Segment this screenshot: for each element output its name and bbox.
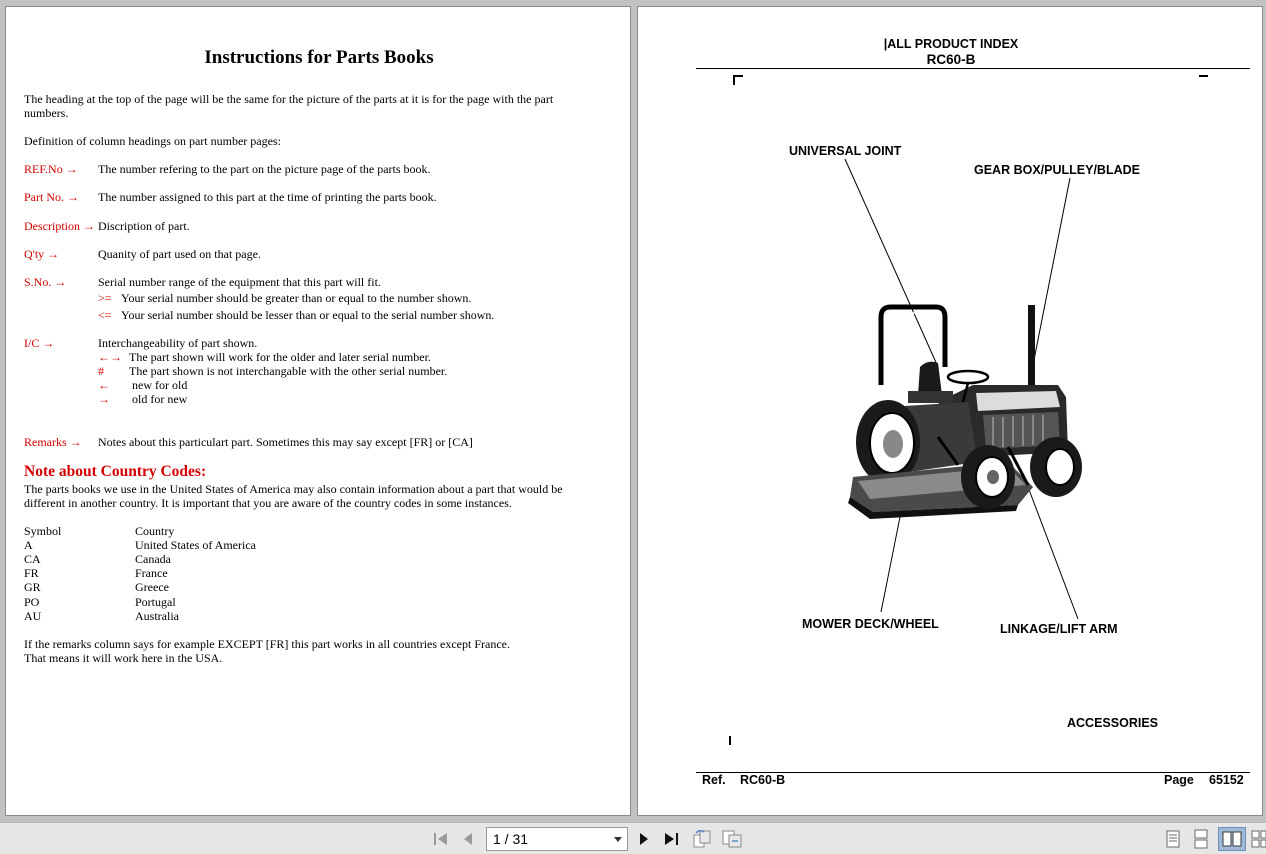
ic-text-both: The part shown will work for the older a… bbox=[129, 350, 431, 364]
left-page: Instructions for Parts Books The heading… bbox=[5, 6, 631, 816]
arrow-right-icon: → bbox=[47, 247, 60, 261]
note-line-1: The parts books we use in the United Sta… bbox=[24, 482, 563, 496]
ic-symbol-right: → bbox=[98, 392, 110, 406]
footer-line-1: If the remarks column says for example E… bbox=[24, 637, 510, 651]
table-cell-symbol: FR bbox=[24, 566, 39, 580]
page-number-input[interactable]: 1 / 31 bbox=[486, 827, 628, 851]
continuous-view-button[interactable] bbox=[1189, 823, 1213, 854]
table-cell-country: Portugal bbox=[135, 595, 176, 609]
def-text-part-no: The number assigned to this part at the … bbox=[98, 190, 437, 204]
right-page: |ALL PRODUCT INDEX RC60-B UNIVERSAL JOIN… bbox=[637, 6, 1263, 816]
next-page-button[interactable] bbox=[632, 823, 656, 854]
def-text-description: Discription of part. bbox=[98, 219, 190, 233]
def-text-ic: Interchangeability of part shown. bbox=[98, 336, 258, 350]
def-label-remarks: Remarks → bbox=[24, 435, 82, 449]
page-indicator: 1 / 31 bbox=[493, 831, 529, 847]
sno-symbol-lte: <= bbox=[98, 308, 112, 322]
arrow-right-icon: → bbox=[83, 219, 95, 233]
footer-page-label: Page bbox=[1164, 773, 1194, 787]
tractor-illustration bbox=[844, 158, 1082, 620]
def-label-qty: Q'ty → bbox=[24, 247, 60, 261]
arrow-right-icon: → bbox=[42, 336, 55, 350]
table-header-symbol: Symbol bbox=[24, 524, 62, 538]
rotate-icon bbox=[693, 829, 711, 848]
page-title: Instructions for Parts Books bbox=[204, 47, 434, 68]
first-page-icon bbox=[434, 833, 447, 845]
table-cell-country: France bbox=[135, 566, 168, 580]
table-cell-symbol: AU bbox=[24, 609, 42, 623]
def-label-ref-no: REF.No → bbox=[24, 162, 78, 176]
prev-page-icon bbox=[464, 833, 472, 845]
note-line-2: different in another country. It is impo… bbox=[24, 496, 512, 510]
sno-text-lte: Your serial number should be lesser than… bbox=[121, 308, 495, 322]
ic-text-right: old for new bbox=[132, 392, 188, 406]
table-cell-country: Australia bbox=[135, 609, 179, 623]
intro-line-2: numbers. bbox=[24, 106, 69, 120]
table-cell-symbol: PO bbox=[24, 595, 40, 609]
sno-symbol-gte: >= bbox=[98, 291, 112, 305]
footer-ref-value: RC60-B bbox=[740, 773, 786, 787]
def-text-ref-no: The number refering to the part on the p… bbox=[98, 162, 431, 176]
prev-page-button[interactable] bbox=[456, 823, 480, 854]
ic-symbol-both: ←→ bbox=[98, 350, 122, 364]
two-page-view-icon bbox=[1222, 831, 1242, 847]
def-label-part-no: Part No. → bbox=[24, 190, 79, 204]
table-cell-country: United States of America bbox=[135, 538, 256, 552]
last-page-icon bbox=[665, 833, 678, 845]
arrow-right-icon: → bbox=[67, 190, 79, 204]
table-cell-country: Canada bbox=[135, 552, 171, 566]
def-text-qty: Quanity of part used on that page. bbox=[98, 247, 261, 261]
single-page-view-button[interactable] bbox=[1161, 823, 1185, 854]
def-label-ic: I/C → bbox=[24, 336, 55, 350]
rotate-button[interactable] bbox=[690, 823, 714, 854]
viewer-toolbar: 1 / 31 bbox=[0, 822, 1266, 854]
two-page-continuous-button[interactable] bbox=[1250, 823, 1266, 854]
chevron-down-icon bbox=[614, 837, 622, 842]
fit-icon bbox=[722, 830, 742, 848]
ic-text-left: new for old bbox=[132, 378, 188, 392]
footer-ref-label: Ref. bbox=[702, 773, 726, 787]
last-page-button[interactable] bbox=[660, 823, 684, 854]
note-heading: Note about Country Codes: bbox=[24, 463, 207, 480]
ic-text-hash: The part shown is not interchangable wit… bbox=[129, 364, 448, 378]
first-page-button[interactable] bbox=[428, 823, 452, 854]
table-cell-symbol: CA bbox=[24, 552, 41, 566]
next-page-icon bbox=[640, 833, 648, 845]
two-page-continuous-icon bbox=[1251, 830, 1266, 848]
two-page-view-button[interactable] bbox=[1218, 827, 1246, 851]
arrow-right-icon: → bbox=[65, 162, 78, 176]
footer-page-value: 65152 bbox=[1209, 773, 1244, 787]
table-header-country: Country bbox=[135, 524, 175, 538]
arrow-right-icon: → bbox=[54, 275, 67, 289]
table-cell-symbol: GR bbox=[24, 580, 41, 594]
definition-heading: Definition of column headings on part nu… bbox=[24, 134, 281, 148]
ic-symbol-hash: # bbox=[98, 364, 104, 378]
table-cell-symbol: A bbox=[24, 538, 33, 552]
table-cell-country: Greece bbox=[135, 580, 169, 594]
def-label-description: Description → bbox=[24, 219, 95, 233]
fit-page-button[interactable] bbox=[720, 823, 744, 854]
sno-text-gte: Your serial number should be greater tha… bbox=[121, 291, 472, 305]
continuous-view-icon bbox=[1194, 829, 1208, 849]
single-page-view-icon bbox=[1166, 830, 1180, 848]
def-text-sno: Serial number range of the equipment tha… bbox=[98, 275, 381, 289]
arrow-right-icon: → bbox=[69, 435, 82, 449]
ic-symbol-left: ← bbox=[98, 378, 110, 392]
footer-line-2: That means it will work here in the USA. bbox=[24, 651, 223, 665]
def-text-remarks: Notes about this particulart part. Somet… bbox=[98, 435, 473, 449]
def-label-sno: S.No. → bbox=[24, 275, 67, 289]
intro-line-1: The heading at the top of the page will … bbox=[24, 92, 554, 106]
